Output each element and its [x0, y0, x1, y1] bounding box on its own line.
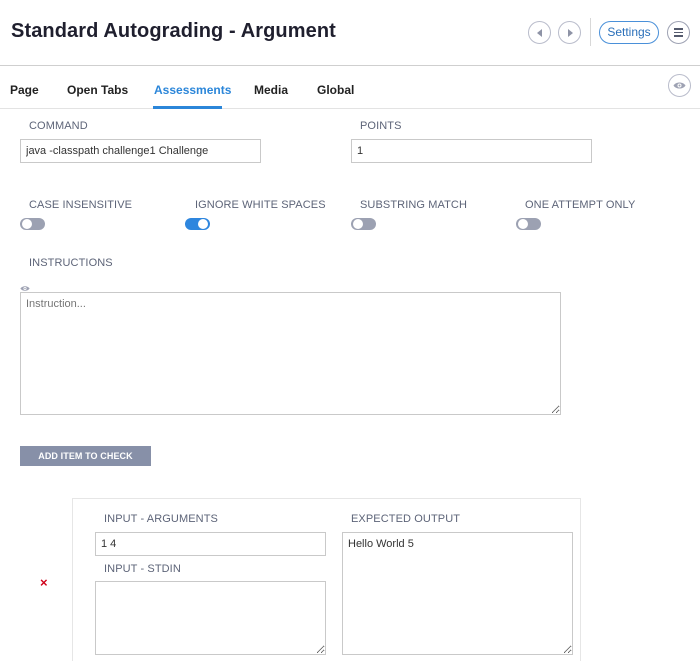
settings-button[interactable]: Settings: [599, 21, 659, 44]
eye-icon: [20, 286, 30, 291]
toggle-knob: [518, 219, 528, 229]
add-item-button[interactable]: ADD ITEM TO CHECK: [20, 446, 151, 466]
triangle-left-icon: [536, 28, 542, 37]
instructions-textarea[interactable]: [20, 292, 561, 415]
input-stdin-textarea[interactable]: [95, 581, 326, 655]
instructions-label: INSTRUCTIONS: [29, 257, 113, 269]
input-arguments-field[interactable]: [95, 532, 326, 556]
toggle-knob: [353, 219, 363, 229]
page-title: Standard Autograding - Argument: [11, 20, 336, 42]
one-attempt-only-label: ONE ATTEMPT ONLY: [525, 199, 636, 211]
triangle-right-icon: [567, 28, 573, 37]
hamburger-icon-line: [674, 28, 683, 30]
one-attempt-only-toggle[interactable]: [516, 218, 541, 230]
expected-output-label: EXPECTED OUTPUT: [351, 513, 461, 525]
header-divider: [590, 18, 591, 46]
tab-bar: Page Open Tabs Assessments Media Global: [0, 67, 700, 109]
tab-global[interactable]: Global: [317, 83, 354, 97]
active-tab-indicator: [153, 106, 222, 109]
eye-icon: [673, 82, 686, 89]
hamburger-icon-line: [674, 35, 683, 37]
expected-output-textarea[interactable]: Hello World 5: [342, 532, 573, 655]
remove-item-button[interactable]: ×: [40, 575, 48, 590]
tab-media[interactable]: Media: [254, 83, 288, 97]
points-label: POINTS: [360, 120, 402, 132]
menu-button[interactable]: [667, 21, 690, 44]
tab-page[interactable]: Page: [10, 83, 39, 97]
toggle-knob: [22, 219, 32, 229]
input-stdin-label: INPUT - STDIN: [104, 563, 181, 575]
case-insensitive-toggle[interactable]: [20, 218, 45, 230]
input-arguments-label: INPUT - ARGUMENTS: [104, 513, 218, 525]
toggle-knob: [198, 219, 208, 229]
preview-button[interactable]: [668, 74, 691, 97]
points-input[interactable]: [351, 139, 592, 163]
previous-button[interactable]: [528, 21, 551, 44]
ignore-white-spaces-toggle[interactable]: [185, 218, 210, 230]
tab-open-tabs[interactable]: Open Tabs: [67, 83, 128, 97]
case-insensitive-label: CASE INSENSITIVE: [29, 199, 133, 211]
header: Standard Autograding - Argument Settings: [0, 0, 700, 66]
ignore-white-spaces-label: IGNORE WHITE SPACES: [195, 199, 326, 211]
hamburger-icon-line: [674, 31, 683, 34]
command-label: COMMAND: [29, 120, 88, 132]
substring-match-toggle[interactable]: [351, 218, 376, 230]
tab-assessments[interactable]: Assessments: [154, 83, 231, 97]
next-button[interactable]: [558, 21, 581, 44]
command-input[interactable]: [20, 139, 261, 163]
substring-match-label: SUBSTRING MATCH: [360, 199, 468, 211]
